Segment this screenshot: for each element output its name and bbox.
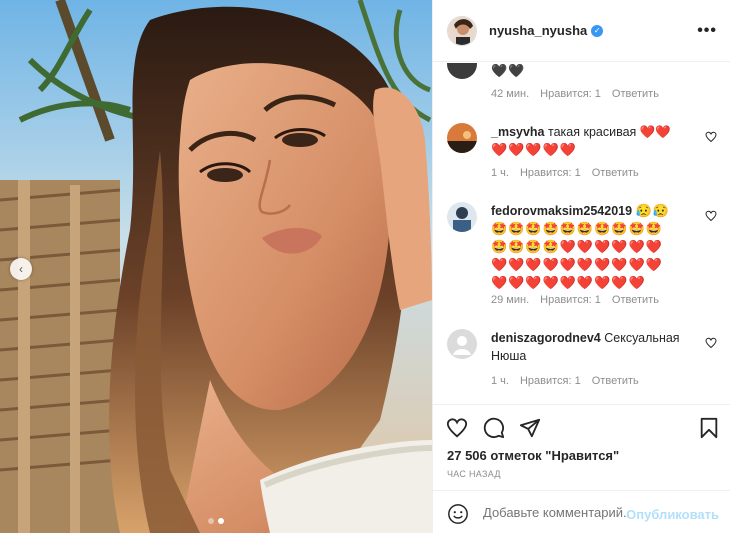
comment-text: _msyvha такая красивая ❤️❤️ ❤️❤️❤️❤️❤️ <box>491 125 671 157</box>
comment-text: 🖤🖤 <box>491 63 526 78</box>
comment-text: fedorovmaksim2542019 😥😥 🤩🤩🤩🤩🤩🤩🤩🤩🤩🤩 🤩🤩🤩🤩❤… <box>491 203 670 290</box>
comment-likes[interactable]: Нравится: 1 <box>520 375 581 387</box>
comment-likes[interactable]: Нравится: 1 <box>540 88 601 100</box>
comment-time[interactable]: 42 мин. <box>491 88 529 100</box>
comments-list: 🖤🖤 42 мин. Нравится: 1 Ответить _msyvha … <box>433 63 730 403</box>
comment-avatar[interactable] <box>447 63 477 79</box>
comment-username[interactable]: _msyvha <box>491 125 545 139</box>
post-details-panel: nyusha_nyusha ✓ ••• 🖤🖤 42 мин. Нравится:… <box>432 0 730 533</box>
comment-username[interactable]: deniszagorodnev4 <box>491 331 601 345</box>
bookmark-icon[interactable] <box>698 417 720 439</box>
comment-avatar[interactable] <box>447 202 477 232</box>
reply-button[interactable]: Ответить <box>592 167 639 179</box>
reply-button[interactable]: Ответить <box>592 375 639 387</box>
post-image <box>0 0 432 533</box>
comment-likes[interactable]: Нравится: 1 <box>540 294 601 306</box>
reply-button[interactable]: Ответить <box>612 294 659 306</box>
author-username[interactable]: nyusha_nyusha <box>489 23 587 38</box>
likes-count[interactable]: 27 506 отметок "Нравится" <box>447 448 619 463</box>
paper-plane-icon[interactable] <box>519 417 541 439</box>
reply-button[interactable]: Ответить <box>612 88 659 100</box>
author-avatar[interactable] <box>447 15 477 46</box>
comment-time[interactable]: 1 ч. <box>491 375 509 387</box>
carousel-dots <box>208 518 224 524</box>
verified-badge-icon: ✓ <box>591 24 604 37</box>
more-options-button[interactable]: ••• <box>697 22 717 40</box>
comment-meta: 29 мин. Нравится: 1 Ответить <box>491 294 659 306</box>
post-photo[interactable]: ‹ <box>0 0 432 533</box>
comment-username[interactable]: fedorovmaksim2542019 <box>491 204 632 218</box>
post-header: nyusha_nyusha ✓ ••• <box>433 0 730 62</box>
comment-text: deniszagorodnev4 Сексуальная Нюша <box>491 331 680 363</box>
chevron-left-icon: ‹ <box>19 262 23 276</box>
comment-likes[interactable]: Нравится: 1 <box>520 167 581 179</box>
add-comment-bar: Опубликовать <box>433 490 730 533</box>
comment-time[interactable]: 1 ч. <box>491 167 509 179</box>
carousel-dot-active <box>218 518 224 524</box>
publish-button[interactable]: Опубликовать <box>626 507 719 522</box>
comment-meta: 1 ч. Нравится: 1 Ответить <box>491 167 639 179</box>
comment-avatar[interactable] <box>447 123 477 153</box>
post-time[interactable]: ЧАС НАЗАД <box>447 469 501 479</box>
post-actions: 27 506 отметок "Нравится" ЧАС НАЗАД <box>433 404 730 494</box>
comment-meta: 42 мин. Нравится: 1 Ответить <box>491 88 659 100</box>
comment-input[interactable] <box>483 505 631 520</box>
heart-icon[interactable] <box>446 417 468 439</box>
like-comment-heart-icon[interactable] <box>705 337 717 349</box>
carousel-prev-button[interactable]: ‹ <box>10 258 32 280</box>
smile-icon[interactable] <box>447 503 469 525</box>
comment-avatar[interactable] <box>447 329 477 359</box>
carousel-dot <box>208 518 214 524</box>
comment-meta: 1 ч. Нравится: 1 Ответить <box>491 375 639 387</box>
comment-icon[interactable] <box>483 417 505 439</box>
like-comment-heart-icon[interactable] <box>705 131 717 143</box>
like-comment-heart-icon[interactable] <box>705 210 717 222</box>
comment-time[interactable]: 29 мин. <box>491 294 529 306</box>
